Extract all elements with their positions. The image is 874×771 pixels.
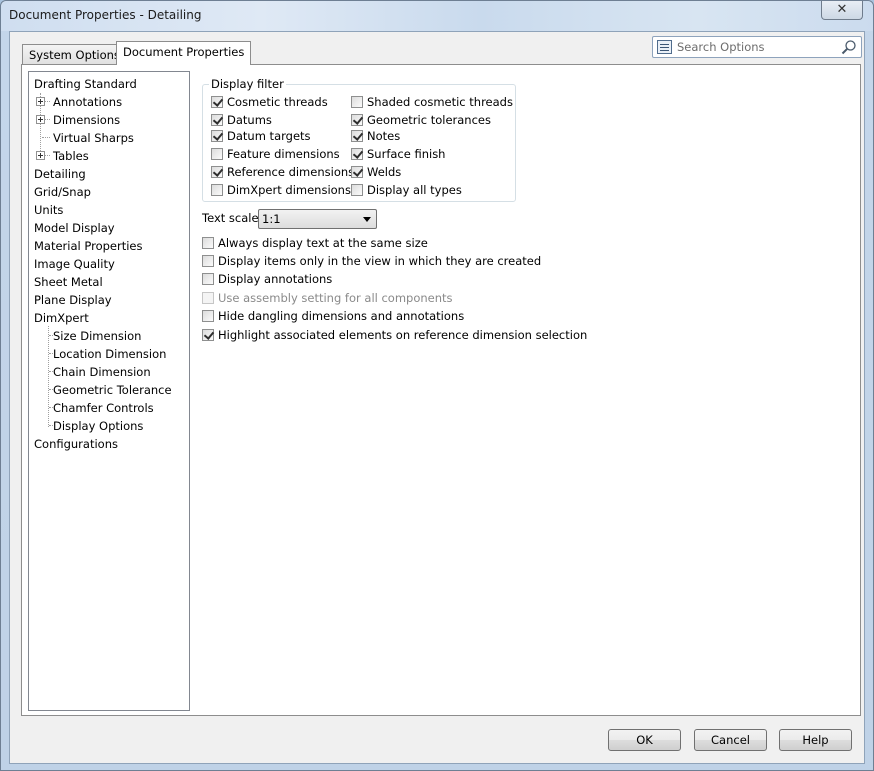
chevron-down-icon (363, 217, 371, 222)
use-assembly-setting-checkbox: Use assembly setting for all components (202, 290, 453, 306)
datum-targets-checkbox[interactable]: Datum targets (211, 128, 311, 144)
dialog-window: Document Properties - Detailing ✕ System… (0, 0, 874, 771)
text-scale-select[interactable]: 1:1 (258, 209, 377, 229)
tree-item-drafting-standard[interactable]: Drafting Standard (32, 75, 139, 93)
geometric-tolerances-checkbox[interactable]: Geometric tolerances (351, 112, 491, 128)
text-scale-value: 1:1 (262, 212, 281, 226)
tree-item-annotations[interactable]: Annotations (51, 93, 124, 111)
cosmetic-threads-checkbox[interactable]: Cosmetic threads (211, 94, 328, 110)
options-tree[interactable]: Drafting Standard Annotations Dimensions… (28, 71, 190, 711)
search-list-icon[interactable] (657, 40, 672, 54)
tree-item-material-properties[interactable]: Material Properties (32, 237, 145, 255)
display-filter-group: Display filter Cosmetic threads Datums D… (202, 77, 516, 202)
always-display-text-same-size-checkbox[interactable]: Always display text at the same size (202, 235, 428, 251)
welds-checkbox[interactable]: Welds (351, 164, 401, 180)
text-scale-label: Text scale: (202, 211, 263, 225)
help-button[interactable]: Help (779, 729, 852, 751)
datums-checkbox[interactable]: Datums (211, 112, 272, 128)
tree-item-sheet-metal[interactable]: Sheet Metal (32, 273, 105, 291)
expand-tables-icon[interactable] (36, 151, 45, 160)
feature-dimensions-checkbox[interactable]: Feature dimensions (211, 146, 340, 162)
tab-panel: Drafting Standard Annotations Dimensions… (21, 64, 861, 716)
title-bar[interactable]: Document Properties - Detailing ✕ (1, 1, 873, 31)
tree-item-image-quality[interactable]: Image Quality (32, 255, 117, 273)
expand-dimensions-icon[interactable] (36, 115, 45, 124)
expand-annotations-icon[interactable] (36, 97, 45, 106)
search-icon[interactable] (841, 39, 857, 55)
search-options-box[interactable] (652, 36, 862, 58)
tree-item-chain-dimension[interactable]: Chain Dimension (51, 363, 153, 381)
tree-item-chamfer-controls[interactable]: Chamfer Controls (51, 399, 156, 417)
tree-item-plane-display[interactable]: Plane Display (32, 291, 114, 309)
tree-item-detailing[interactable]: Detailing (32, 165, 88, 183)
close-icon: ✕ (836, 2, 848, 17)
tree-item-geometric-tolerance[interactable]: Geometric Tolerance (51, 381, 174, 399)
tree-item-size-dimension[interactable]: Size Dimension (51, 327, 143, 345)
tab-document-properties[interactable]: Document Properties (116, 41, 252, 65)
tree-item-configurations[interactable]: Configurations (32, 435, 120, 453)
surface-finish-checkbox[interactable]: Surface finish (351, 146, 445, 162)
tree-item-virtual-sharps[interactable]: Virtual Sharps (51, 129, 136, 147)
tab-system-options[interactable]: System Options (22, 44, 127, 64)
tree-item-dimensions[interactable]: Dimensions (51, 111, 122, 129)
window-title: Document Properties - Detailing (9, 8, 202, 22)
tree-item-model-display[interactable]: Model Display (32, 219, 117, 237)
highlight-associated-elements-checkbox[interactable]: Highlight associated elements on referen… (202, 327, 587, 343)
close-button[interactable]: ✕ (821, 1, 863, 20)
tree-item-dimxpert[interactable]: DimXpert (32, 309, 91, 327)
display-annotations-checkbox[interactable]: Display annotations (202, 271, 332, 287)
display-all-types-checkbox[interactable]: Display all types (351, 182, 462, 198)
dialog-client-area: System Options Document Properties Searc… (9, 31, 865, 764)
tree-item-tables[interactable]: Tables (51, 147, 91, 165)
dimxpert-dimensions-checkbox[interactable]: DimXpert dimensions (211, 182, 351, 198)
notes-checkbox[interactable]: Notes (351, 128, 400, 144)
reference-dimensions-checkbox[interactable]: Reference dimensions (211, 164, 354, 180)
display-filter-legend: Display filter (209, 77, 286, 91)
shaded-cosmetic-threads-checkbox[interactable]: Shaded cosmetic threads (351, 94, 513, 110)
ok-button[interactable]: OK (608, 729, 681, 751)
tree-item-location-dimension[interactable]: Location Dimension (51, 345, 168, 363)
hide-dangling-dimensions-checkbox[interactable]: Hide dangling dimensions and annotations (202, 308, 464, 324)
search-input[interactable] (675, 38, 835, 56)
tree-item-units[interactable]: Units (32, 201, 65, 219)
tree-item-display-options[interactable]: Display Options (51, 417, 145, 435)
tree-item-grid-snap[interactable]: Grid/Snap (32, 183, 93, 201)
cancel-button[interactable]: Cancel (694, 729, 767, 751)
display-items-only-in-view-checkbox[interactable]: Display items only in the view in which … (202, 253, 541, 269)
